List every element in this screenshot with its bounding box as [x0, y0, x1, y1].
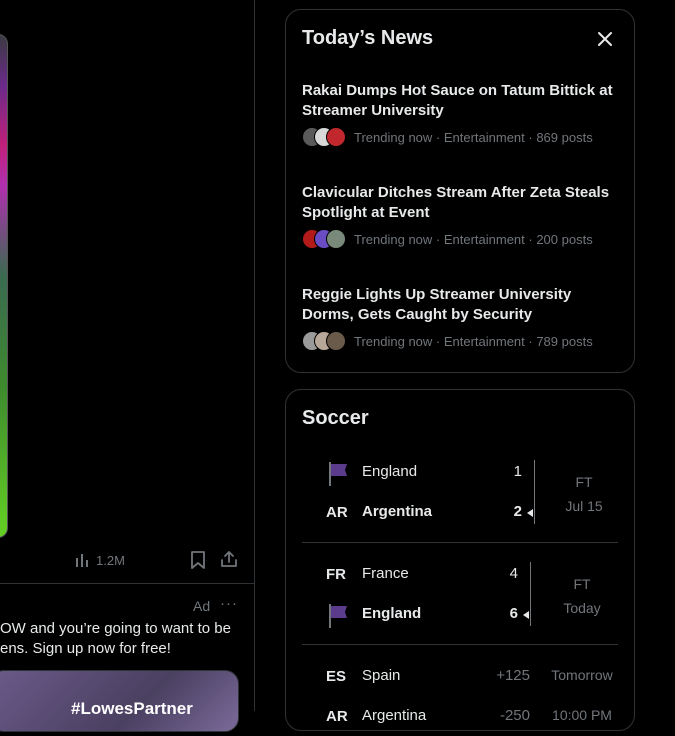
news-item[interactable]: Reggie Lights Up Streamer University Dor…: [302, 285, 622, 351]
match-status: FT: [573, 576, 591, 592]
news-headline: Rakai Dumps Hot Sauce on Tatum Bittick a…: [302, 82, 613, 119]
todays-news-panel: Today’s News Rakai Dumps Hot Sauce on Ta…: [285, 9, 635, 373]
team-name: England: [362, 605, 422, 622]
avatar: [326, 127, 346, 147]
news-meta: Trending now · Entertainment · 200 posts: [302, 229, 622, 249]
avatar: [326, 229, 346, 249]
team-code: ES: [326, 668, 347, 685]
match-card[interactable]: FR France 4 England 6 FT Today: [302, 562, 618, 634]
score-divider: [530, 562, 531, 626]
ad-text-line-2: ens. Sign up now for free!: [0, 640, 171, 657]
news-meta: Trending now · Entertainment · 869 posts: [302, 127, 622, 147]
match-status: Tomorrow: [551, 667, 613, 683]
winner-marker-icon: [523, 611, 529, 619]
soccer-panel-title: Soccer: [302, 407, 369, 429]
team-odds: -250: [499, 707, 530, 724]
views-count: 1.2M: [96, 552, 125, 568]
bookmark-icon[interactable]: [190, 551, 206, 569]
avatar-group: [302, 127, 346, 147]
news-item[interactable]: Clavicular Ditches Stream After Zeta Ste…: [302, 183, 622, 249]
match-divider: [302, 542, 618, 543]
news-item[interactable]: Rakai Dumps Hot Sauce on Tatum Bittick a…: [302, 81, 622, 147]
match-card[interactable]: England 1 AR Argentina 2 FT Jul 15: [302, 460, 618, 532]
team-name: Argentina: [362, 503, 433, 520]
ad-text-line-1: OW and you’re going to want to be: [0, 620, 231, 637]
team-score: 2: [513, 503, 522, 520]
ad-card-hashtag: #LowesPartner: [71, 699, 193, 718]
share-icon[interactable]: [220, 550, 238, 568]
ad-media-card[interactable]: #LowesPartner: [0, 670, 239, 732]
avatar-group: [302, 229, 346, 249]
score-divider: [534, 460, 535, 524]
close-icon[interactable]: [594, 28, 616, 50]
news-meta: Trending now · Entertainment · 789 posts: [302, 331, 622, 351]
team-code: AR: [326, 504, 348, 521]
news-meta-text: Trending now · Entertainment · 869 posts: [354, 129, 593, 145]
post-action-bar: ‹ 1.2M: [0, 548, 254, 574]
match-divider: [302, 644, 618, 645]
team-name: Spain: [362, 667, 401, 684]
avatar: [326, 331, 346, 351]
winner-marker-icon: [527, 509, 533, 517]
ad-label: Ad: [193, 598, 211, 614]
reply-icon[interactable]: ‹: [0, 552, 1, 568]
team-code: FR: [326, 566, 346, 583]
news-headline: Reggie Lights Up Streamer University Dor…: [302, 286, 572, 323]
team-score: 1: [513, 463, 522, 480]
post-divider: [0, 583, 254, 584]
news-meta-text: Trending now · Entertainment · 789 posts: [354, 333, 593, 349]
news-headline: Clavicular Ditches Stream After Zeta Ste…: [302, 184, 610, 221]
match-card[interactable]: ES Spain +125 AR Argentina -250 Tomorrow…: [302, 664, 618, 736]
team-name: France: [362, 565, 409, 582]
flag-icon: [329, 604, 347, 628]
avatar-group: [302, 331, 346, 351]
team-name: England: [362, 463, 418, 480]
team-score: 4: [509, 565, 518, 582]
timeline-column: ‹ 1.2M Ad ··· OW and you’re going to wan…: [0, 0, 255, 732]
team-score: 6: [509, 605, 518, 622]
ad-body-text: OW and you’re going to want to be ens. S…: [0, 619, 250, 659]
views-button[interactable]: 1.2M: [74, 552, 125, 568]
news-panel-title: Today’s News: [302, 27, 434, 49]
soccer-panel: Soccer England 1 AR Argentina 2 FT Jul 1…: [285, 389, 635, 731]
analytics-icon: [76, 554, 88, 567]
match-date: Jul 15: [565, 498, 603, 514]
team-name: Argentina: [362, 707, 427, 724]
post-media-image[interactable]: [0, 34, 8, 538]
team-odds: +125: [496, 667, 530, 684]
flag-icon: [329, 462, 347, 486]
match-status: FT: [575, 474, 593, 490]
match-date: Today: [563, 600, 601, 616]
news-meta-text: Trending now · Entertainment · 200 posts: [354, 231, 593, 247]
more-options-icon[interactable]: ···: [220, 595, 238, 612]
match-date: 10:00 PM: [552, 707, 612, 723]
